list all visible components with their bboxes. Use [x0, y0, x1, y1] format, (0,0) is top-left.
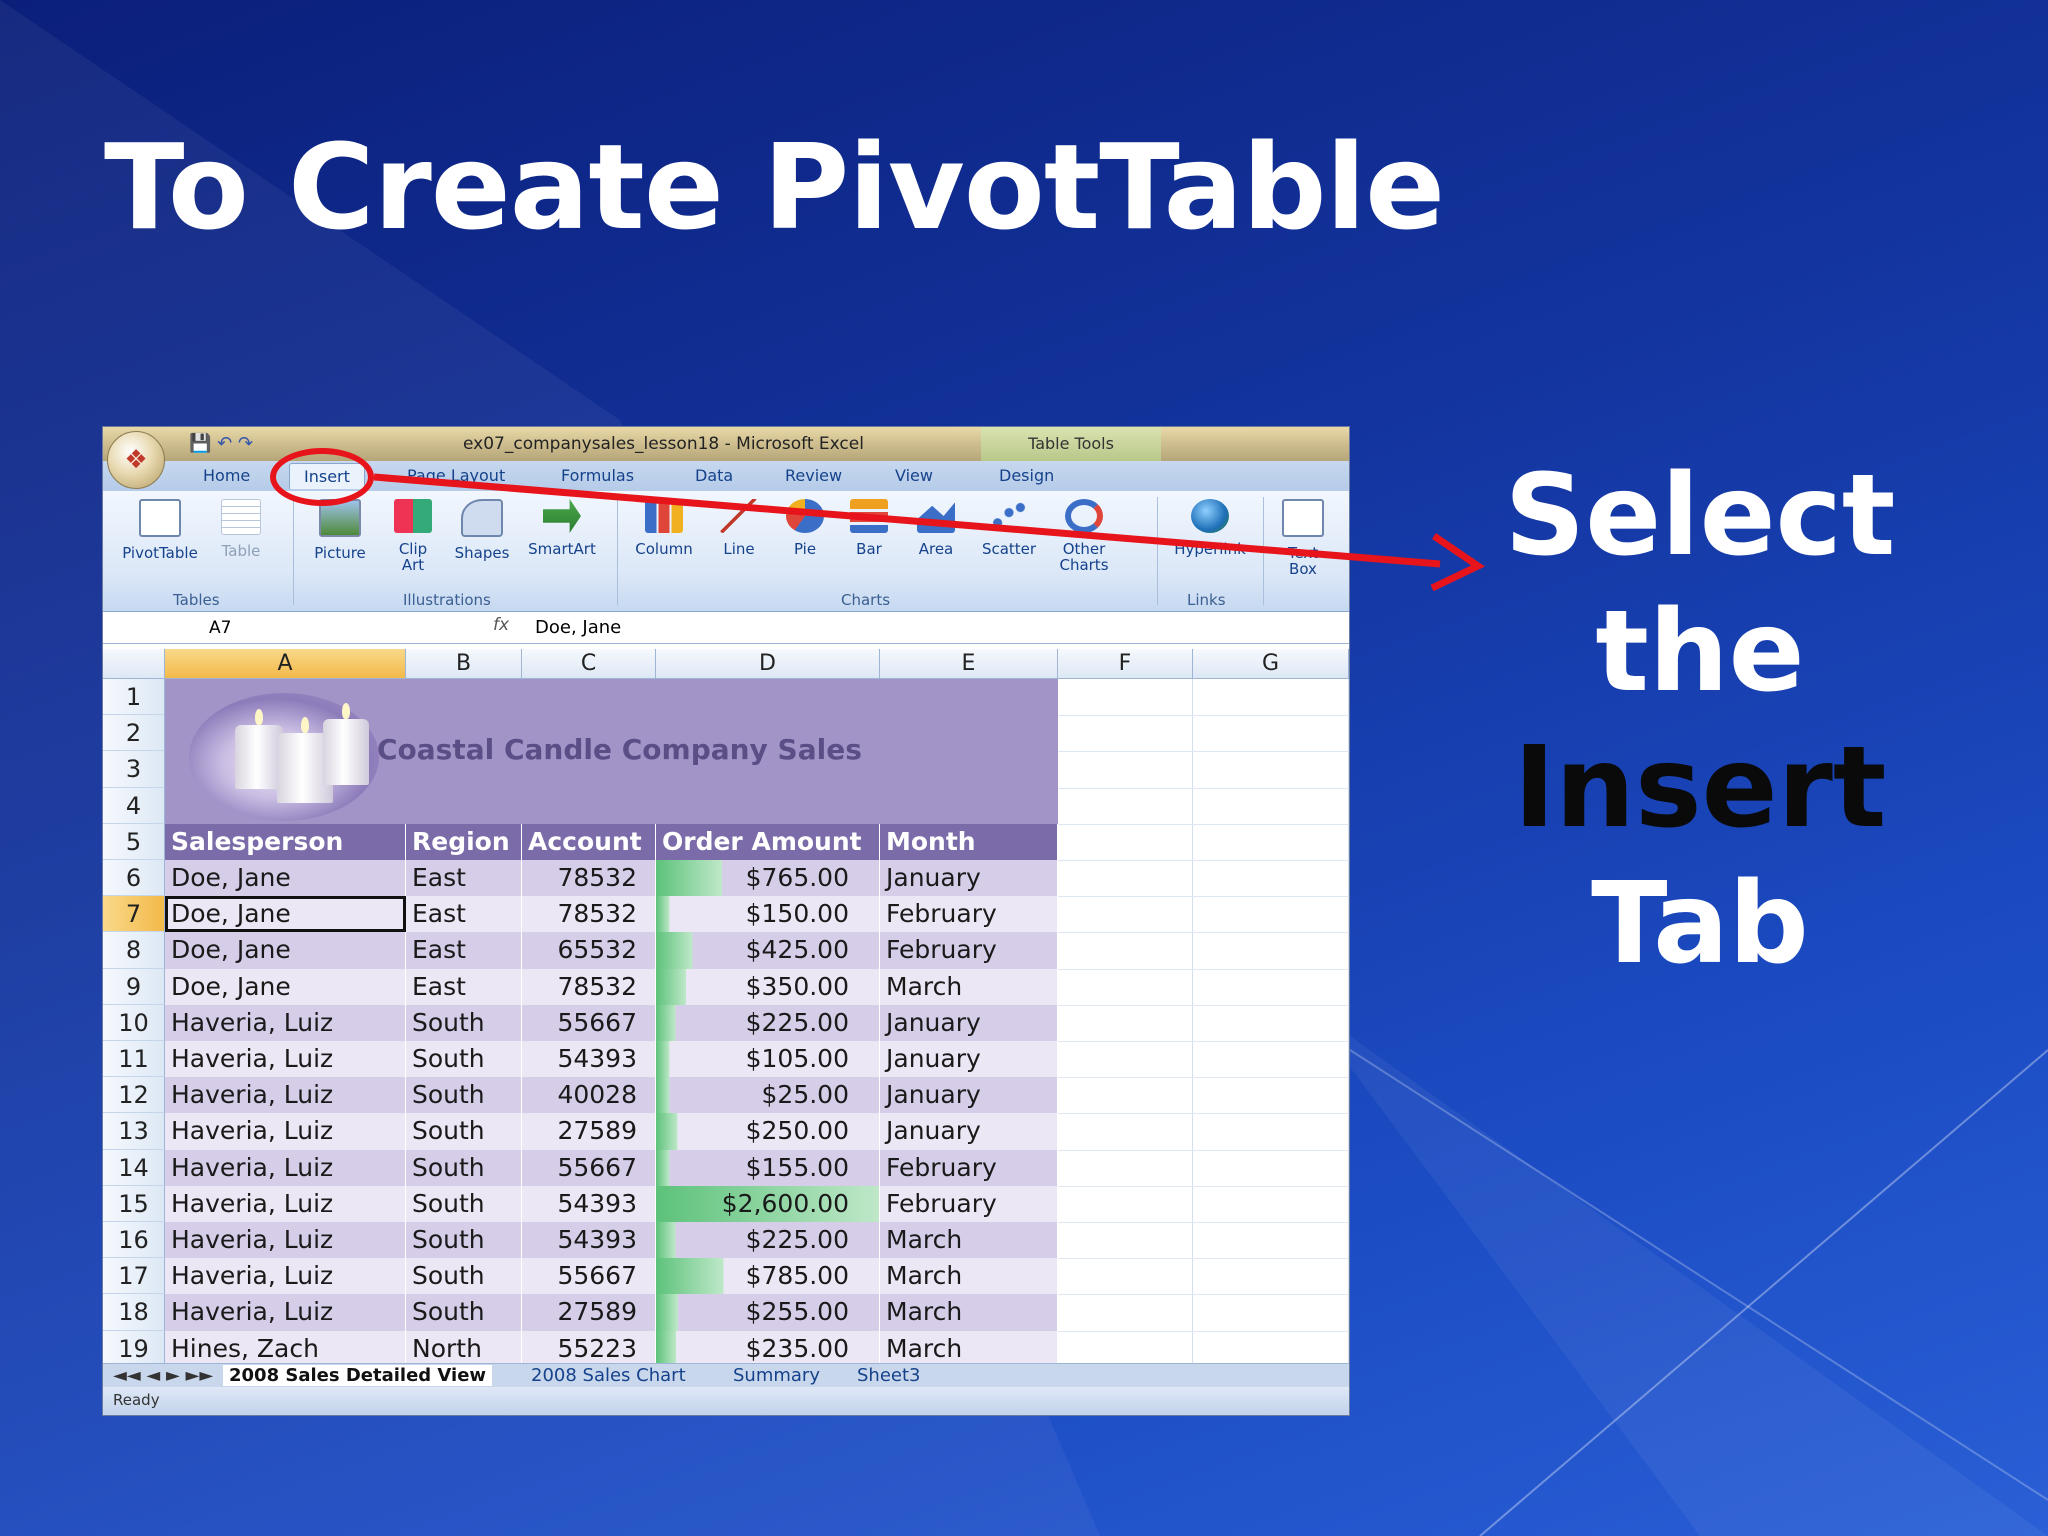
- office-button[interactable]: ❖: [107, 431, 165, 489]
- office-logo-icon: ❖: [124, 445, 148, 475]
- callout-arrow: [373, 473, 1485, 592]
